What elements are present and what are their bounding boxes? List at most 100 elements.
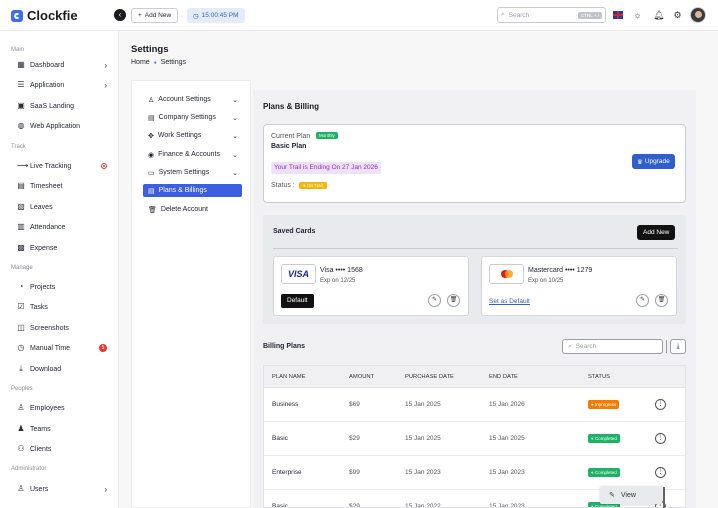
- sidebar-item-label: Timesheet: [30, 182, 63, 190]
- column-header: PLAN NAME: [272, 374, 306, 380]
- settings-menu-item[interactable]: ✥ Work Settings ⌄: [143, 129, 242, 142]
- sidebar-item-employees[interactable]: ♙ Employees: [17, 401, 107, 415]
- saved-cards-title: Saved Cards: [273, 228, 316, 235]
- sidebar-item-download[interactable]: ⤓ Download: [17, 362, 107, 376]
- sidebar-item-clients[interactable]: ⚇ Clients: [17, 442, 107, 456]
- delete-card-icon[interactable]: 🗑︎: [447, 294, 460, 307]
- table-row: Basic $29 15 Jan 2025 15 Jan 2025 ● Complete…: [264, 422, 685, 456]
- edit-card-icon[interactable]: ✎: [428, 294, 441, 307]
- work-icon: ✥: [148, 132, 154, 140]
- chevron-right-icon: ›: [104, 484, 107, 494]
- status-text: Completed: [594, 504, 617, 508]
- plans-icon: ▤: [148, 187, 155, 195]
- card-expiry: Exp on 12/25: [320, 278, 356, 284]
- sidebar-item-teams[interactable]: ♟ Teams: [17, 422, 107, 436]
- status-badge: ● Completed: [588, 468, 620, 477]
- sidebar-item-application[interactable]: ☰ Application ›: [17, 78, 107, 92]
- chevron-down-icon: ⌄: [232, 96, 238, 104]
- delete-card-icon[interactable]: 🗑︎: [655, 294, 668, 307]
- default-card-button[interactable]: Default: [281, 294, 314, 308]
- sidebar-item-leaves[interactable]: ▧ Leaves: [17, 200, 107, 214]
- global-search-input[interactable]: ⌕ Search CTRL + /: [497, 7, 606, 23]
- more-options-icon[interactable]: ⋮: [655, 467, 666, 478]
- trail-ending-chip: Your Trail is Ending On 27 Jan 2026: [271, 162, 381, 174]
- sidebar-item-label: Users: [30, 485, 49, 493]
- clockfie-logo-icon: [11, 9, 23, 22]
- clock-chip[interactable]: ◷ 15:00:45 PM: [187, 8, 245, 23]
- theme-toggle-icon[interactable]: ☼: [632, 10, 643, 21]
- notification-bell-icon[interactable]: 🔔︎: [653, 10, 664, 21]
- download-icon[interactable]: ⤓: [670, 339, 686, 354]
- sidebar-item-saas-landing[interactable]: ▣ SaaS Landing: [17, 99, 107, 113]
- status-badge: ● Completed: [588, 434, 620, 443]
- company-icon: ▤: [148, 114, 155, 122]
- user-avatar[interactable]: [690, 7, 706, 23]
- upgrade-button[interactable]: ♛ Upgrade: [632, 154, 675, 169]
- add-new-button[interactable]: + Add New: [131, 8, 179, 23]
- chevron-right-icon: ›: [104, 60, 107, 70]
- sidebar-item-timesheet[interactable]: ▤ Timesheet: [17, 179, 107, 193]
- sidebar-item-label: SaaS Landing: [30, 102, 74, 110]
- sidebar-item-tasks[interactable]: ☑ Tasks: [17, 300, 107, 314]
- employees-icon: ♙: [17, 403, 25, 412]
- delete-icon: 🗑︎: [148, 206, 157, 214]
- sidebar-item-live-tracking[interactable]: ⟿ Live Tracking: [17, 159, 107, 173]
- status-label: Status :: [271, 182, 295, 189]
- sidebar-section-label: Manage: [11, 265, 33, 271]
- sidebar-item-label: Attendance: [30, 223, 66, 231]
- sidebar-item-projects[interactable]: ◔ Projects: [17, 280, 107, 294]
- breadcrumb-home[interactable]: Home: [131, 59, 150, 66]
- visa-card: VISA Visa •••• 1568 Exp on 12/25 Default…: [273, 256, 469, 316]
- plus-icon: +: [138, 12, 142, 19]
- sidebar-item-web-application[interactable]: ◍ Web Application: [17, 119, 107, 133]
- projects-icon: ◔: [18, 282, 24, 291]
- saas-icon: ▣: [17, 101, 25, 110]
- sidebar-item-attendance[interactable]: ▥ Attendance: [17, 220, 107, 234]
- status-text: Completed: [594, 436, 617, 441]
- mastercard-card: Mastercard •••• 1279 Exp on 10/25 Set as…: [481, 256, 677, 316]
- language-flag-icon[interactable]: [613, 11, 623, 19]
- set-as-default-link[interactable]: Set as Default: [489, 298, 530, 305]
- settings-gear-icon[interactable]: ⚙: [672, 10, 683, 21]
- sidebar-item-label: Manual Time: [30, 344, 71, 352]
- sidebar-section-label: Peoples: [11, 386, 33, 392]
- table-scrollbar[interactable]: [663, 487, 665, 508]
- app-logo[interactable]: Clockfie: [11, 8, 78, 23]
- column-header: AMOUNT: [349, 374, 375, 380]
- more-options-icon[interactable]: ⋮: [655, 433, 666, 444]
- plan-cycle-badge: Monthly: [316, 132, 338, 139]
- chevron-right-icon: ›: [104, 80, 107, 90]
- settings-menu-item[interactable]: ▤ Company Settings ⌄: [143, 111, 242, 124]
- sidebar-item-label: Web Application: [30, 122, 81, 130]
- billing-search-input[interactable]: ⌕ Search: [562, 339, 663, 354]
- settings-menu-item[interactable]: ♙ Account Settings ⌄: [143, 93, 242, 106]
- search-icon: ⌕: [501, 11, 505, 18]
- breadcrumb: Home ● Settings: [131, 59, 186, 66]
- sidebar-item-label: Clients: [30, 445, 52, 453]
- sidebar-section-label: Main: [11, 47, 25, 53]
- settings-menu-label: Plans & Billings: [158, 187, 207, 194]
- crown-icon: ♛: [637, 158, 643, 166]
- sidebar-item-label: Dashboard: [30, 61, 65, 69]
- settings-menu-item[interactable]: 🗑︎ Delete Account: [143, 203, 242, 216]
- table-cell-plan: Enterprise: [272, 469, 302, 476]
- system-icon: ▭: [148, 169, 155, 177]
- sidebar-item-expense[interactable]: ▩ Expense: [17, 241, 107, 255]
- upgrade-label: Upgrade: [644, 158, 670, 165]
- sidebar-item-screenshots[interactable]: ◫ Screenshots: [17, 321, 107, 335]
- settings-menu-item[interactable]: ▤ Plans & Billings: [143, 184, 242, 197]
- settings-menu-item[interactable]: ◉ Finance & Accounts ⌄: [143, 148, 242, 161]
- sidebar-item-label: Leaves: [30, 203, 53, 211]
- table-cell-purchase: 15 Jan 2022: [405, 503, 441, 508]
- edit-card-icon[interactable]: ✎: [636, 294, 649, 307]
- settings-menu-item[interactable]: ▭ System Settings ⌄: [143, 166, 242, 179]
- card-name: Visa •••• 1568: [320, 267, 363, 274]
- add-new-label: Add New: [144, 12, 172, 19]
- sidebar-item-users[interactable]: ♙ Users ›: [17, 482, 107, 496]
- sidebar-item-manual-time[interactable]: ◷ Manual Time 5: [17, 341, 107, 355]
- sidebar-collapse-button[interactable]: ‹: [114, 9, 126, 21]
- view-menu-item[interactable]: View: [621, 492, 636, 499]
- add-card-button[interactable]: Add New: [637, 225, 676, 240]
- sidebar-item-dashboard[interactable]: ▦ Dashboard ›: [17, 58, 107, 72]
- more-options-icon[interactable]: ⋮: [655, 399, 666, 410]
